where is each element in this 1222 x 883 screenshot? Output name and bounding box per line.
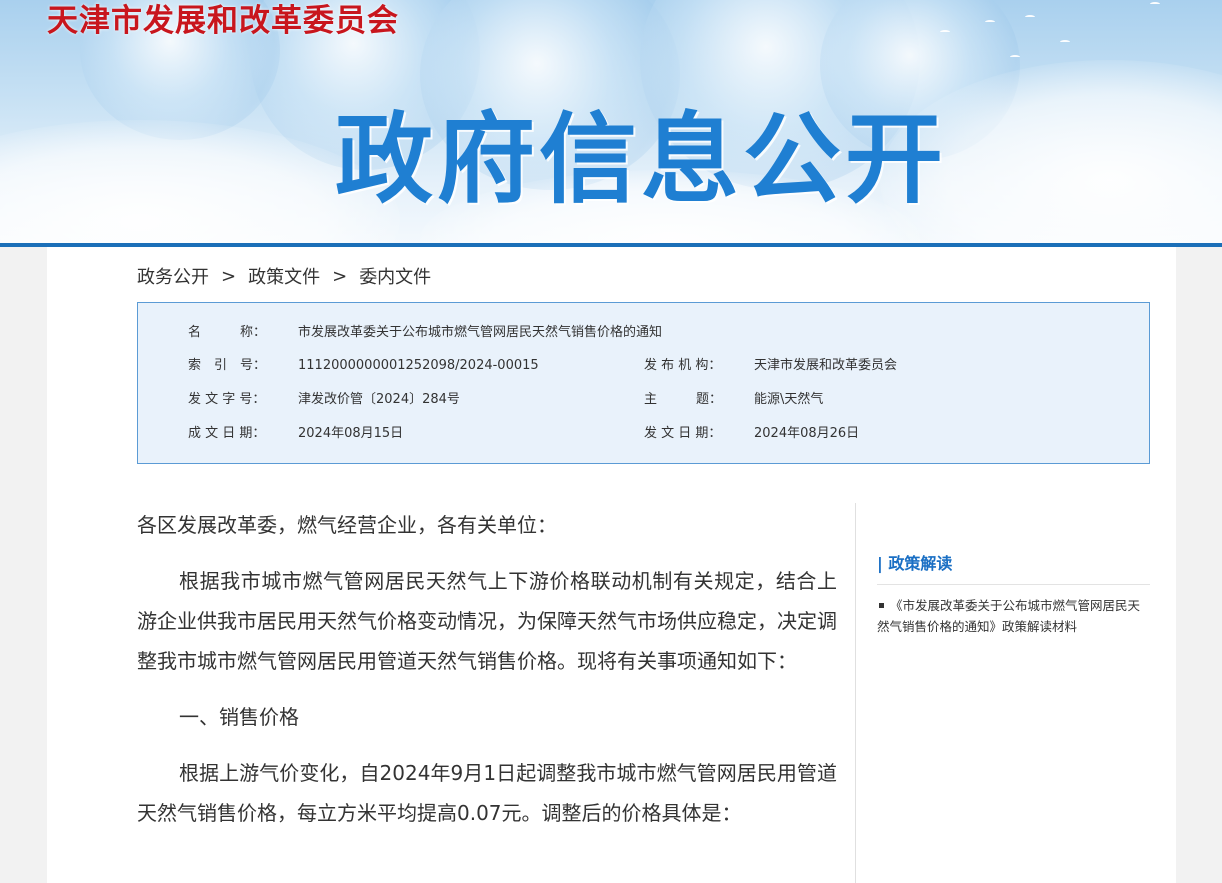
meta-value-topic: 能源\天然气 <box>754 392 824 407</box>
bird-icon <box>1025 15 1035 19</box>
page-gutter-right <box>1176 247 1222 883</box>
document-metadata-box: 名 称： 市发展改革委关于公布城市燃气管网居民天然气销售价格的通知 索 引 号：… <box>137 302 1150 464</box>
bird-icon <box>940 30 950 34</box>
article-section-heading: 一、销售价格 <box>179 705 299 729</box>
meta-value-docno: 津发改价管〔2024〕284号 <box>298 392 460 407</box>
sidebar-title-policy-interpretation: | 政策解读 <box>877 554 953 573</box>
article-paragraph: 根据我市城市燃气管网居民天然气上下游价格联动机制有关规定，结合上游企业供我市居民… <box>137 569 837 673</box>
content-divider <box>855 503 856 883</box>
sidebar-link-interpretation[interactable]: 《市发展改革委关于公布城市燃气管网居民天然气销售价格的通知》政策解读材料 <box>877 595 1147 637</box>
breadcrumb-separator: > <box>221 265 237 287</box>
meta-label: 主 题： <box>644 392 723 407</box>
bird-icon <box>1010 55 1020 59</box>
meta-label: 成 文 日 期： <box>188 426 266 441</box>
article-body: 各区发展改革委，燃气经营企业，各有关单位： 根据我市城市燃气管网居民天然气上下游… <box>137 505 837 849</box>
banner-divider <box>0 243 1222 247</box>
meta-label: 名 称： <box>188 325 267 340</box>
article-salutation: 各区发展改革委，燃气经营企业，各有关单位： <box>137 513 557 537</box>
bullet-icon <box>879 603 884 608</box>
meta-label: 发 文 字 号： <box>188 392 266 407</box>
breadcrumb-item-internal-docs[interactable]: 委内文件 <box>359 263 431 289</box>
meta-value-published-date: 2024年08月26日 <box>754 426 860 441</box>
meta-label: 索 引 号： <box>188 358 267 373</box>
bird-icon <box>985 20 995 24</box>
bird-icon <box>1150 2 1160 6</box>
meta-value-index: 1112000000001252098/2024-00015 <box>298 358 539 373</box>
breadcrumb-separator: > <box>332 265 348 287</box>
bird-icon <box>1060 40 1070 44</box>
breadcrumb-item-gov-affairs[interactable]: 政务公开 <box>137 263 209 289</box>
meta-value-title: 市发展改革委关于公布城市燃气管网居民天然气销售价格的通知 <box>298 325 663 340</box>
banner-title: 政府信息公开 <box>335 103 948 217</box>
breadcrumb-item-policy-docs[interactable]: 政策文件 <box>248 263 320 289</box>
meta-value-issuer: 天津市发展和改革委员会 <box>754 358 898 373</box>
site-logo-name[interactable]: 天津市发展和改革委员会 <box>47 1 399 41</box>
meta-label: 发 文 日 期： <box>644 426 722 441</box>
sidebar-link-label[interactable]: 《市发展改革委关于公布城市燃气管网居民天然气销售价格的通知》政策解读材料 <box>877 598 1140 634</box>
page-gutter-left <box>0 247 47 883</box>
sidebar-rule <box>877 584 1150 585</box>
meta-value-created-date: 2024年08月15日 <box>298 426 404 441</box>
breadcrumb: 政务公开 > 政策文件 > 委内文件 <box>137 262 431 290</box>
article-paragraph: 根据上游气价变化，自2024年9月1日起调整我市城市燃气管网居民用管道天然气销售… <box>137 761 837 825</box>
meta-label: 发 布 机 构： <box>644 358 722 373</box>
header-banner: 天津市发展和改革委员会 政府信息公开 <box>0 0 1222 246</box>
